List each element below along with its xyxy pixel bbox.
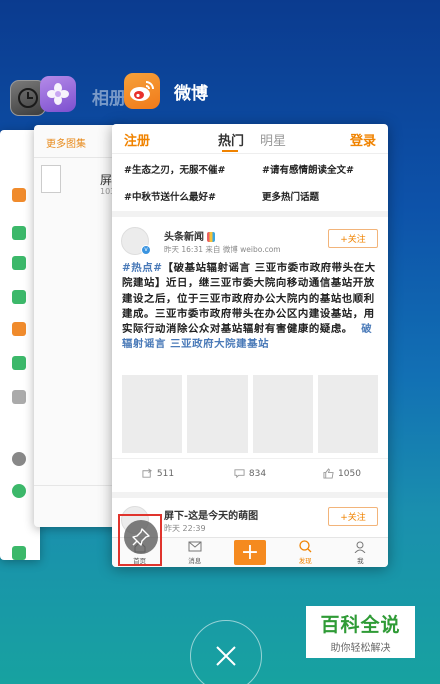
tab-profile[interactable]: 我 bbox=[333, 538, 388, 567]
weibo-app-card[interactable]: 注册 热门 明星 登录 #生态之刃，无服不催# #请有感情朗读全文# #中秋节送… bbox=[112, 124, 388, 567]
tab-label: 发现 bbox=[298, 556, 312, 565]
hot-topics: #生态之刃，无服不催# #请有感情朗读全文# #中秋节送什么最好# 更多热门话题 bbox=[112, 153, 388, 211]
profile-icon bbox=[355, 541, 366, 553]
like-button[interactable]: 1050 bbox=[296, 459, 388, 488]
comment-button[interactable]: 834 bbox=[204, 459, 296, 488]
tab-label: 我 bbox=[357, 556, 364, 565]
settings-row-icon bbox=[12, 322, 26, 336]
verified-icon: v bbox=[141, 245, 151, 255]
weibo-logo-icon bbox=[130, 81, 154, 101]
post-actions: 511 834 1050 bbox=[112, 458, 388, 488]
clock-icon bbox=[18, 88, 38, 108]
post-image[interactable] bbox=[122, 375, 183, 453]
close-icon bbox=[216, 646, 236, 666]
post-author[interactable]: 头条新闻 bbox=[164, 228, 215, 243]
post-author[interactable]: 屏下-这是今天的萌图 bbox=[164, 507, 258, 522]
weibo-top-nav: 注册 热门 明星 登录 bbox=[112, 124, 388, 152]
settings-row-icon bbox=[12, 188, 26, 202]
post-author-name: 头条新闻 bbox=[164, 232, 204, 243]
hot-topic[interactable]: #中秋节送什么最好# bbox=[124, 189, 216, 203]
plus-icon: + bbox=[234, 540, 266, 565]
post-image[interactable] bbox=[252, 375, 313, 453]
tab-discover[interactable]: 发现 bbox=[278, 538, 333, 567]
repost-button[interactable]: 511 bbox=[112, 459, 204, 488]
comment-icon bbox=[234, 469, 245, 479]
discover-icon bbox=[299, 540, 312, 553]
post-body: #热点#【破基站辐射谣言 三亚市委市政府带头在大院建站】近日，继三亚市委大院向移… bbox=[122, 261, 378, 353]
post-hashtag[interactable]: #热点# bbox=[122, 262, 163, 274]
watermark-title: 百科全说 bbox=[320, 614, 401, 636]
tab-messages[interactable]: 消息 bbox=[167, 538, 222, 567]
register-link[interactable]: 注册 bbox=[124, 130, 150, 149]
message-icon bbox=[188, 541, 202, 552]
repost-icon bbox=[142, 468, 152, 478]
highlight-box bbox=[118, 514, 162, 566]
repost-count: 511 bbox=[156, 468, 175, 479]
settings-row-icon bbox=[12, 226, 26, 240]
settings-row-icon bbox=[12, 546, 26, 560]
active-tab-indicator bbox=[222, 150, 238, 152]
weibo-app-icon[interactable] bbox=[124, 73, 160, 109]
author-badge-icon bbox=[207, 232, 215, 242]
thumbs-up-icon bbox=[323, 468, 334, 479]
settings-row-icon bbox=[12, 356, 26, 370]
hot-topic[interactable]: #请有感情朗读全文# bbox=[262, 162, 354, 176]
divider bbox=[34, 157, 124, 158]
post-meta: 昨天 22:39 bbox=[164, 524, 206, 533]
tab-label: 消息 bbox=[188, 556, 202, 565]
settings-row-icon bbox=[12, 256, 26, 270]
more-hot-topics-link[interactable]: 更多热门话题 bbox=[262, 189, 319, 203]
follow-button[interactable]: +关注 bbox=[328, 229, 378, 248]
comment-count: 834 bbox=[248, 468, 267, 479]
gallery-album-label: 屏 bbox=[100, 173, 113, 187]
settings-row-icon bbox=[12, 390, 26, 404]
post-image[interactable] bbox=[187, 375, 248, 453]
weibo-app-label: 微博 bbox=[174, 84, 208, 104]
gallery-thumbnail bbox=[41, 165, 61, 193]
settings-row-icon bbox=[12, 484, 26, 498]
tab-compose[interactable]: + bbox=[222, 538, 277, 567]
watermark-subtitle: 助你轻松解决 bbox=[330, 643, 391, 654]
tab-star[interactable]: 明星 bbox=[260, 130, 286, 149]
settings-row-icon bbox=[12, 290, 26, 304]
post-image[interactable] bbox=[317, 375, 378, 453]
post-images bbox=[122, 375, 378, 453]
like-count: 1050 bbox=[338, 468, 361, 479]
post-meta: 昨天 16:31 来自 微博 weibo.com bbox=[164, 245, 281, 254]
follow-button[interactable]: +关注 bbox=[328, 507, 378, 526]
feed-post[interactable]: v 头条新闻 昨天 16:31 来自 微博 weibo.com +关注 #热点#… bbox=[112, 217, 388, 497]
hot-topic[interactable]: #生态之刃，无服不催# bbox=[124, 162, 225, 176]
login-link[interactable]: 登录 bbox=[350, 130, 376, 149]
more-galleries-link[interactable]: 更多图集 bbox=[46, 135, 86, 150]
baike-watermark: 百科全说 助你轻松解决 bbox=[306, 606, 415, 658]
gallery-app-icon[interactable] bbox=[40, 76, 76, 112]
flower-icon bbox=[47, 83, 69, 105]
gallery-app-card[interactable]: 更多图集 屏 103 bbox=[34, 125, 124, 527]
clear-all-button[interactable] bbox=[190, 620, 262, 684]
divider bbox=[34, 485, 124, 486]
gallery-app-label: 相册 bbox=[92, 89, 126, 109]
tab-hot[interactable]: 热门 bbox=[218, 130, 244, 149]
settings-row-icon bbox=[12, 452, 26, 466]
